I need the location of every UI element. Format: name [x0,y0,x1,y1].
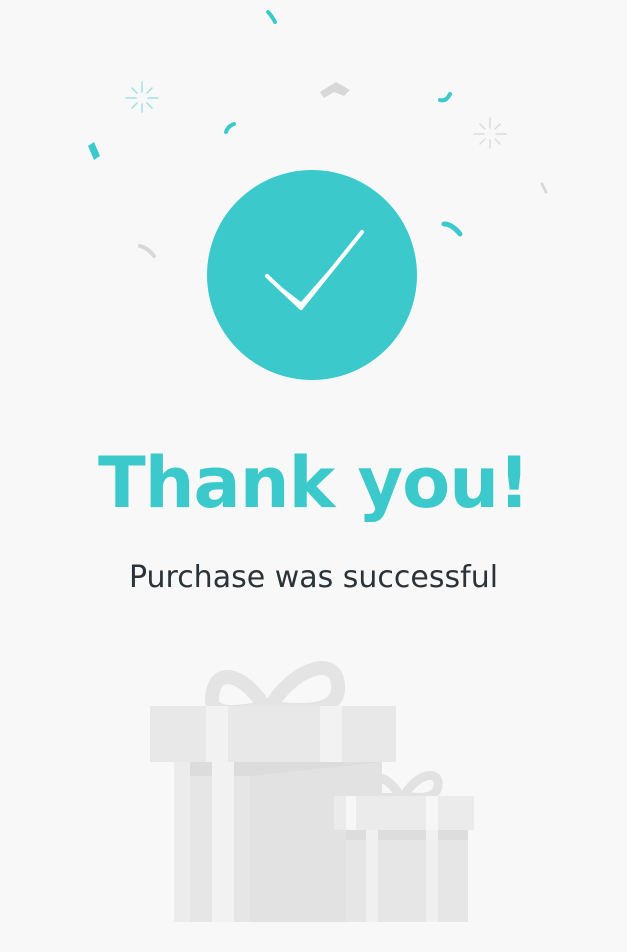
success-badge [207,170,417,380]
checkmark-icon [265,230,364,310]
page-title: Thank you! [97,442,530,524]
small-gift-icon [334,771,474,922]
purchase-success-screen: Thank you! Purchase was successful [0,0,627,952]
success-message: Purchase was successful [128,560,499,595]
gift-boxes-illustration [150,661,474,922]
